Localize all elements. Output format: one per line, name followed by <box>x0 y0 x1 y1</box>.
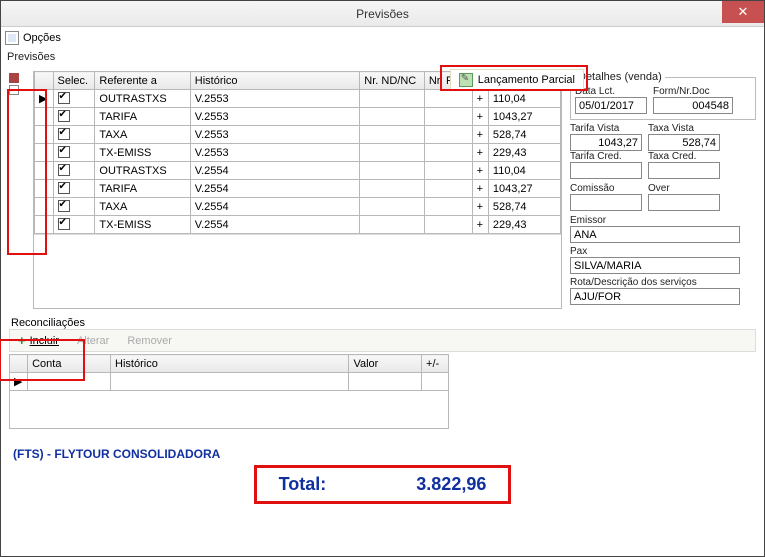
comissao-label: Comissão <box>570 183 642 194</box>
details-panel: Detalhes (venda) Data Lct. Form/Nr.Doc T… <box>570 71 756 309</box>
data-lct-label: Data Lct. <box>575 86 647 97</box>
data-lct-field[interactable] <box>575 97 647 114</box>
table-row[interactable]: ▶OUTRASTXSV.2553+110,04 <box>35 90 561 108</box>
form-label: Form/Nr.Doc <box>653 86 733 97</box>
select-all-icon[interactable] <box>9 73 19 83</box>
taxa-vista-field[interactable] <box>648 134 720 151</box>
checkbox-icon[interactable] <box>58 128 70 140</box>
taxa-cred-field[interactable] <box>648 162 720 179</box>
total-value: 3.822,96 <box>416 474 486 495</box>
col-pointer <box>35 72 54 90</box>
comissao-field[interactable] <box>570 194 642 211</box>
checkbox-icon[interactable] <box>58 200 70 212</box>
edit-icon <box>459 73 473 87</box>
col2-valor[interactable]: Valor <box>349 355 422 373</box>
taxa-cred-label: Taxa Cred. <box>648 151 720 162</box>
checkbox-icon[interactable] <box>58 92 70 104</box>
remover-label: Remover <box>127 335 172 347</box>
tarifa-cred-label: Tarifa Cred. <box>570 151 642 162</box>
col-selec[interactable]: Selec. <box>53 72 95 90</box>
lancamento-parcial-label: Lançamento Parcial <box>478 74 575 86</box>
grid-empty-area <box>34 234 561 308</box>
col2-pointer <box>10 355 28 373</box>
table-row[interactable]: TAXAV.2554+528,74 <box>35 198 561 216</box>
emissor-field[interactable] <box>570 226 740 243</box>
table-row[interactable]: TX-EMISSV.2553+229,43 <box>35 144 561 162</box>
reconc-toolbar: + Incluir Alterar Remover <box>9 329 756 352</box>
deselect-all-icon[interactable] <box>9 85 19 95</box>
rota-field[interactable] <box>570 288 740 305</box>
checkbox-icon[interactable] <box>58 182 70 194</box>
table-row[interactable]: TARIFAV.2553+1043,27 <box>35 108 561 126</box>
checkbox-icon[interactable] <box>58 164 70 176</box>
total-label: Total: <box>279 474 327 495</box>
over-field[interactable] <box>648 194 720 211</box>
incluir-button[interactable]: + Incluir <box>18 333 59 348</box>
previsoes-label: Previsões <box>1 49 764 67</box>
table-row[interactable]: TAXAV.2553+528,74 <box>35 126 561 144</box>
checkbox-icon[interactable] <box>58 110 70 122</box>
rota-label: Rota/Descrição dos serviços <box>570 277 756 288</box>
options-icon <box>5 31 19 45</box>
menubar: Opções <box>1 27 764 49</box>
incluir-label: Incluir <box>30 335 59 347</box>
details-legend: Detalhes (venda) <box>575 71 665 83</box>
pax-field[interactable] <box>570 257 740 274</box>
reconc-grid[interactable]: Conta Histórico Valor +/- ▶ <box>9 354 449 391</box>
form-field[interactable] <box>653 97 733 114</box>
col2-historico[interactable]: Histórico <box>111 355 349 373</box>
checkbox-icon[interactable] <box>58 218 70 230</box>
row-selector-strip <box>9 71 25 309</box>
col-historico[interactable]: Histórico <box>190 72 360 90</box>
total-box: Total: 3.822,96 <box>254 465 512 504</box>
col-referente[interactable]: Referente a <box>95 72 190 90</box>
col-nrnd[interactable]: Nr. ND/NC <box>360 72 425 90</box>
window-title: Previsões <box>356 7 409 21</box>
tarifa-vista-label: Tarifa Vista <box>570 123 642 134</box>
table-row[interactable]: TX-EMISSV.2554+229,43 <box>35 216 561 234</box>
previsoes-grid[interactable]: Selec. Referente a Histórico Nr. ND/NC N… <box>33 71 562 309</box>
lancamento-parcial-button[interactable]: Lançamento Parcial <box>450 69 584 91</box>
table-row[interactable]: TARIFAV.2554+1043,27 <box>35 180 561 198</box>
menu-opcoes[interactable]: Opções <box>23 32 61 44</box>
col2-pm[interactable]: +/- <box>422 355 449 373</box>
alterar-button: Alterar <box>77 335 109 347</box>
titlebar: Previsões ✕ <box>1 1 764 27</box>
over-label: Over <box>648 183 720 194</box>
checkbox-icon[interactable] <box>58 146 70 158</box>
taxa-vista-label: Taxa Vista <box>648 123 720 134</box>
tarifa-vista-field[interactable] <box>570 134 642 151</box>
company-footer: (FTS) - FLYTOUR CONSOLIDADORA <box>9 429 756 465</box>
table-row[interactable]: ▶ <box>10 373 449 391</box>
plus-icon: + <box>18 333 26 348</box>
alterar-label: Alterar <box>77 335 109 347</box>
reconciliacoes-label: Reconciliações <box>9 317 756 329</box>
grid2-empty-area <box>9 391 449 429</box>
emissor-label: Emissor <box>570 215 756 226</box>
close-button[interactable]: ✕ <box>722 1 764 23</box>
pax-label: Pax <box>570 246 756 257</box>
tarifa-cred-field[interactable] <box>570 162 642 179</box>
remover-button: Remover <box>127 335 172 347</box>
table-row[interactable]: OUTRASTXSV.2554+110,04 <box>35 162 561 180</box>
col2-conta[interactable]: Conta <box>28 355 111 373</box>
